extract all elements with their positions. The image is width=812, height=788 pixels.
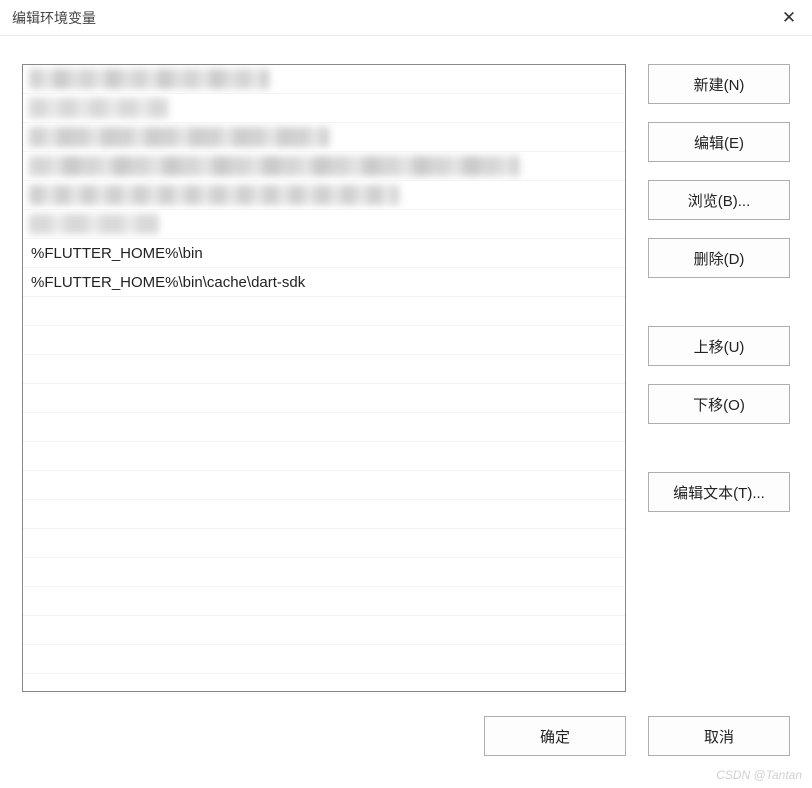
list-item[interactable]: %FLUTTER_HOME%\bin\cache\dart-sdk: [23, 268, 625, 297]
list-item[interactable]: [23, 384, 625, 413]
list-item[interactable]: [23, 413, 625, 442]
list-item[interactable]: [23, 587, 625, 616]
list-item[interactable]: [23, 645, 625, 674]
list-item[interactable]: [23, 181, 625, 210]
cancel-button[interactable]: 取消: [648, 716, 790, 756]
dialog-content: %FLUTTER_HOME%\bin%FLUTTER_HOME%\bin\cac…: [0, 36, 812, 704]
list-item[interactable]: [23, 210, 625, 239]
list-item[interactable]: [23, 500, 625, 529]
list-item[interactable]: [23, 123, 625, 152]
watermark: CSDN @Tantan: [716, 768, 802, 782]
list-item[interactable]: [23, 94, 625, 123]
list-item[interactable]: [23, 152, 625, 181]
path-listbox[interactable]: %FLUTTER_HOME%\bin%FLUTTER_HOME%\bin\cac…: [22, 64, 626, 692]
list-item[interactable]: [23, 529, 625, 558]
dialog-footer: 确定 取消: [0, 704, 812, 756]
edit-text-button[interactable]: 编辑文本(T)...: [648, 472, 790, 512]
list-item[interactable]: [23, 471, 625, 500]
edit-button[interactable]: 编辑(E): [648, 122, 790, 162]
new-button[interactable]: 新建(N): [648, 64, 790, 104]
close-icon[interactable]: ✕: [766, 0, 812, 36]
ok-button[interactable]: 确定: [484, 716, 626, 756]
delete-button[interactable]: 删除(D): [648, 238, 790, 278]
list-item[interactable]: [23, 355, 625, 384]
browse-button[interactable]: 浏览(B)...: [648, 180, 790, 220]
window-title: 编辑环境变量: [12, 8, 96, 28]
list-item[interactable]: [23, 326, 625, 355]
side-button-panel: 新建(N) 编辑(E) 浏览(B)... 删除(D) 上移(U) 下移(O) 编…: [648, 64, 790, 692]
titlebar: 编辑环境变量 ✕: [0, 0, 812, 36]
move-down-button[interactable]: 下移(O): [648, 384, 790, 424]
list-item[interactable]: [23, 558, 625, 587]
move-up-button[interactable]: 上移(U): [648, 326, 790, 366]
list-item[interactable]: [23, 616, 625, 645]
list-item[interactable]: [23, 65, 625, 94]
list-item[interactable]: [23, 297, 625, 326]
list-item[interactable]: [23, 442, 625, 471]
list-item[interactable]: %FLUTTER_HOME%\bin: [23, 239, 625, 268]
